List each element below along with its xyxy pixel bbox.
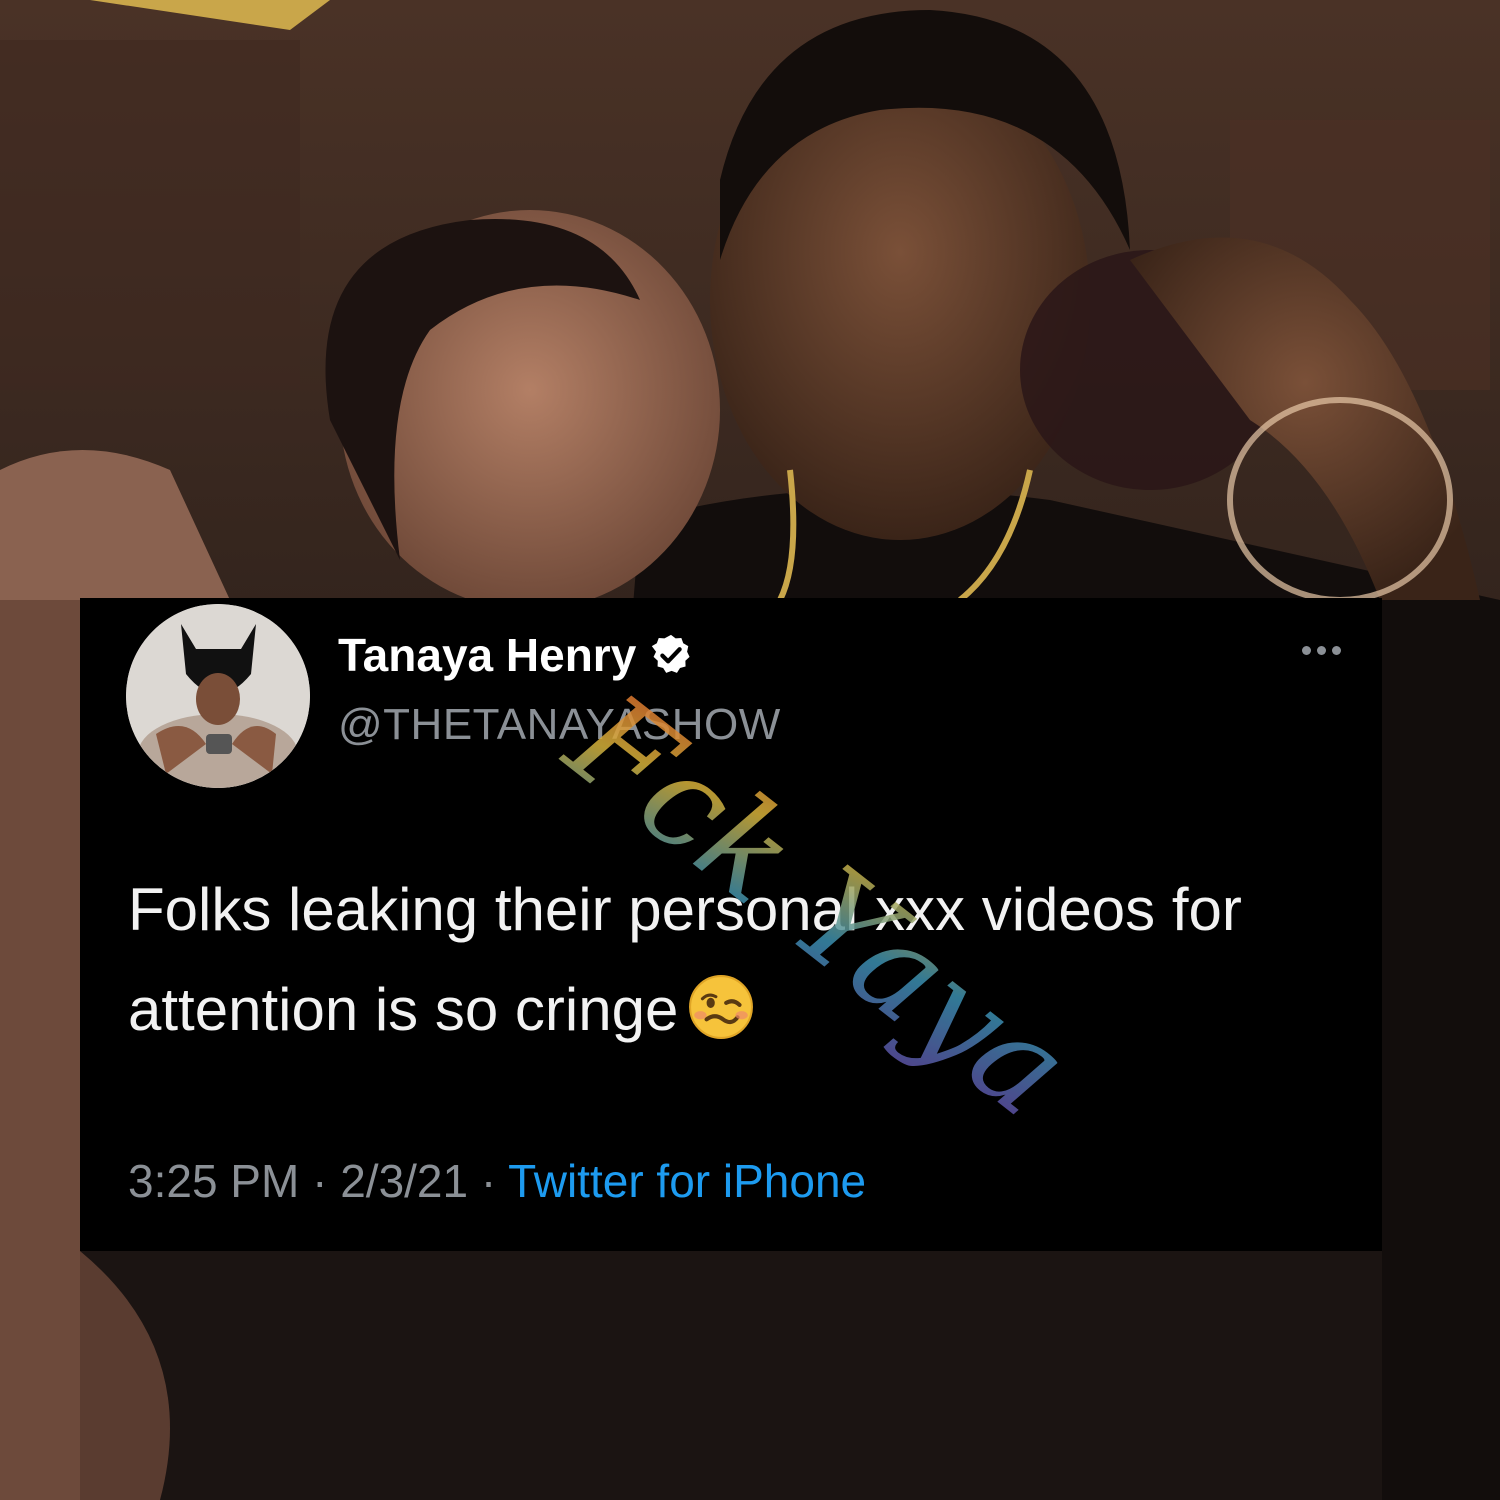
display-name-row[interactable]: Tanaya Henry (338, 628, 694, 682)
more-dot (1332, 646, 1341, 655)
tweet-date[interactable]: 2/3/21 (340, 1155, 468, 1207)
tweet-card: Tanaya Henry @THETANAYASHOW Folks leakin… (80, 598, 1382, 1251)
woozy-face-emoji (689, 974, 754, 1039)
verified-badge-icon (652, 634, 690, 673)
tweet-source-link[interactable]: Twitter for iPhone (508, 1155, 866, 1207)
user-handle[interactable]: @THETANAYASHOW (338, 700, 781, 750)
tweet-meta: 3:25 PM · 2/3/21 · Twitter for iPhone (128, 1154, 866, 1208)
avatar-image (126, 604, 310, 788)
tweet-time[interactable]: 3:25 PM (128, 1155, 299, 1207)
more-options-icon[interactable] (1302, 642, 1352, 662)
meta-separator: · (480, 1155, 497, 1207)
more-dot (1317, 646, 1326, 655)
display-name[interactable]: Tanaya Henry (338, 628, 636, 682)
tweet-text-block: Folks leaking their personal xxx videos … (128, 860, 1358, 1059)
profile-avatar[interactable] (126, 604, 310, 788)
more-dot (1302, 646, 1311, 655)
tweet-text: Folks leaking their personal xxx videos … (128, 876, 1242, 1043)
meta-separator: · (312, 1155, 328, 1207)
